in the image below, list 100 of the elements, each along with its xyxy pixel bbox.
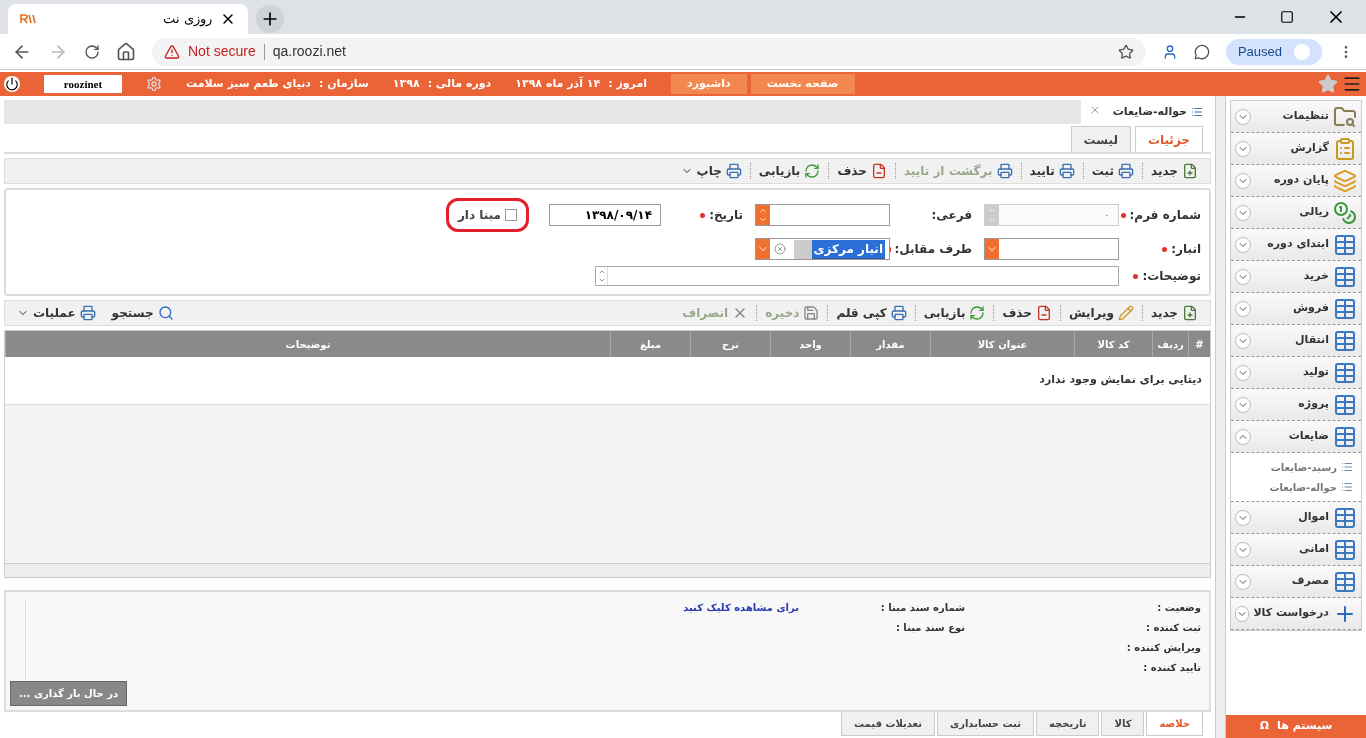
checkbox[interactable]: مبنا دار (457, 206, 517, 224)
profile-button[interactable]: Paused (1225, 38, 1322, 65)
power-icon[interactable] (4, 76, 20, 92)
horizontal-scrollbar[interactable] (5, 563, 1210, 577)
sidebar-item[interactable]: تنظیمات (1231, 101, 1361, 133)
toolbar-button[interactable]: حذف (829, 159, 895, 183)
spinner-arrows-icon (756, 205, 770, 225)
bottom-tab[interactable]: خلاصه (1146, 712, 1203, 736)
toolbar-button[interactable]: بازیابی (915, 301, 994, 325)
address-bar[interactable]: Not secure qa.roozi.net (152, 37, 1146, 66)
sidebar-item[interactable]: خرید (1231, 261, 1361, 293)
toolbar-button[interactable]: عملیات (9, 301, 104, 325)
new-file-icon (1182, 163, 1198, 179)
input-field[interactable]: ۱۳۹۸/۰۹/۱۴ (549, 204, 661, 226)
number-field[interactable] (755, 204, 890, 226)
bottom-tab[interactable]: کالا (1101, 712, 1145, 736)
chevron-down-icon (1235, 541, 1251, 558)
toolbar-button[interactable]: ویرایش (1060, 301, 1142, 325)
view-tab[interactable]: جزئیات (1134, 126, 1203, 152)
toolbar-button[interactable]: ثبت (1083, 159, 1142, 183)
toolbar-button[interactable]: چاپ (672, 159, 750, 183)
field-label: انبار: (1171, 241, 1201, 258)
sidebar-item[interactable]: مصرف (1231, 566, 1361, 598)
sidebar-item[interactable]: تولید (1231, 357, 1361, 389)
loading-badge: در حال بار گذاری ... (10, 681, 128, 706)
table-icon (1333, 537, 1357, 562)
browser-tab[interactable]: روزی نت (8, 4, 248, 34)
toolbar-button[interactable]: حذف (994, 301, 1060, 325)
file-minus-icon (1035, 305, 1052, 321)
list-icon (1191, 106, 1203, 118)
refresh-icon (804, 163, 821, 179)
field-label: طرف مقابل: (894, 241, 972, 258)
sidebar-item[interactable]: فروش (1231, 293, 1361, 325)
sidebar-item[interactable]: اموال (1231, 502, 1361, 534)
toolbar-button[interactable]: بازیابی (750, 159, 829, 183)
summary-label: شماره سند مبنا : (879, 601, 965, 615)
chevron-down-icon (1235, 509, 1251, 526)
reload-icon[interactable] (84, 43, 100, 60)
clear-icon[interactable] (774, 243, 786, 255)
list-icon (1341, 461, 1353, 473)
dropdown-field[interactable] (984, 238, 1119, 260)
field-label: شماره فرم: (1129, 207, 1201, 224)
star-icon[interactable] (1117, 43, 1134, 60)
view-tab[interactable]: لیست (1070, 126, 1131, 152)
chevron-down-icon (1235, 172, 1251, 189)
security-label: Not secure (188, 42, 256, 61)
sidebar-item[interactable]: پروژه (1231, 389, 1361, 421)
site-logo-icon (20, 14, 36, 24)
sidebar-subitem[interactable]: حواله-ضایعات (1231, 477, 1361, 497)
toolbar-button[interactable]: جدید (1142, 301, 1206, 325)
sidebar-item[interactable]: گزارش (1231, 133, 1361, 165)
bottom-tab[interactable]: تاریخچه (1035, 712, 1100, 736)
sidebar-item[interactable]: پایان دوره (1231, 165, 1361, 197)
menu-icon[interactable] (1342, 74, 1362, 94)
maximize-icon[interactable] (1280, 10, 1294, 24)
toolbar-button[interactable]: کپی قلم (828, 301, 915, 325)
bottom-tab[interactable]: تعدیلات قیمت (841, 712, 935, 736)
list-icon (1341, 481, 1353, 493)
sidebar-item[interactable]: انتقال (1231, 325, 1361, 357)
coins-icon (1333, 200, 1357, 225)
info-label: دوره مالی : (427, 75, 492, 92)
url-text: qa.roozi.net (272, 42, 347, 61)
username-field: roozinet (44, 75, 122, 93)
view-link[interactable]: برای مشاهده کلیک کنید (683, 600, 799, 615)
new-tab-button[interactable] (256, 5, 284, 33)
search-icon (157, 305, 174, 321)
field-label: فرعی: (931, 207, 972, 224)
info-value: ۱۳۹۸ (392, 75, 420, 92)
sidebar-item[interactable]: درخواست کالا (1231, 598, 1361, 630)
summary-label: نوع سند مبنا : (894, 621, 965, 635)
info-value: دنیای طعم سبز سلامت (186, 75, 311, 92)
toolbar-button[interactable]: تایید (1021, 159, 1083, 183)
toolbar-button[interactable]: جدید (1142, 159, 1206, 183)
page-tab[interactable]: حواله-ضایعات (1080, 100, 1211, 124)
field-label: توضیحات: (1142, 268, 1201, 285)
table-icon (1333, 424, 1357, 449)
dropdown-field[interactable]: انبار مرکزی (755, 238, 890, 260)
sidebar-item[interactable]: ریالی (1231, 197, 1361, 229)
bottom-tab[interactable]: ثبت حسابداری (937, 712, 1034, 736)
save-icon (803, 305, 820, 321)
folder-search-icon (1333, 104, 1357, 129)
info-label: امروز : (608, 75, 647, 92)
home-icon[interactable] (116, 41, 136, 62)
chevron-down-icon (1235, 300, 1251, 317)
sidebar-item[interactable]: ضایعات (1231, 421, 1361, 453)
sidebar-subitem[interactable]: رسید-ضایعات (1231, 457, 1361, 477)
toolbar-button[interactable]: جستجو (103, 301, 182, 325)
chevron-down-icon (1235, 332, 1251, 349)
speech-bubble-icon[interactable] (1193, 43, 1210, 60)
stack-icon (1333, 168, 1357, 193)
new-file-icon (1182, 305, 1198, 321)
file-minus-icon (870, 163, 887, 179)
table-icon (1333, 296, 1357, 321)
empty-message: دیتایی برای نمایش وجود ندارد (1039, 372, 1202, 389)
summary-label: ثبت کننده : (1144, 621, 1201, 635)
sidebar-item[interactable]: ابتدای دوره (1231, 229, 1361, 261)
info-label: سازمان : (318, 75, 369, 92)
spinner-arrows-icon (985, 205, 999, 225)
tab-title: روزی نت (162, 10, 212, 29)
sidebar-item[interactable]: امانی (1231, 534, 1361, 566)
